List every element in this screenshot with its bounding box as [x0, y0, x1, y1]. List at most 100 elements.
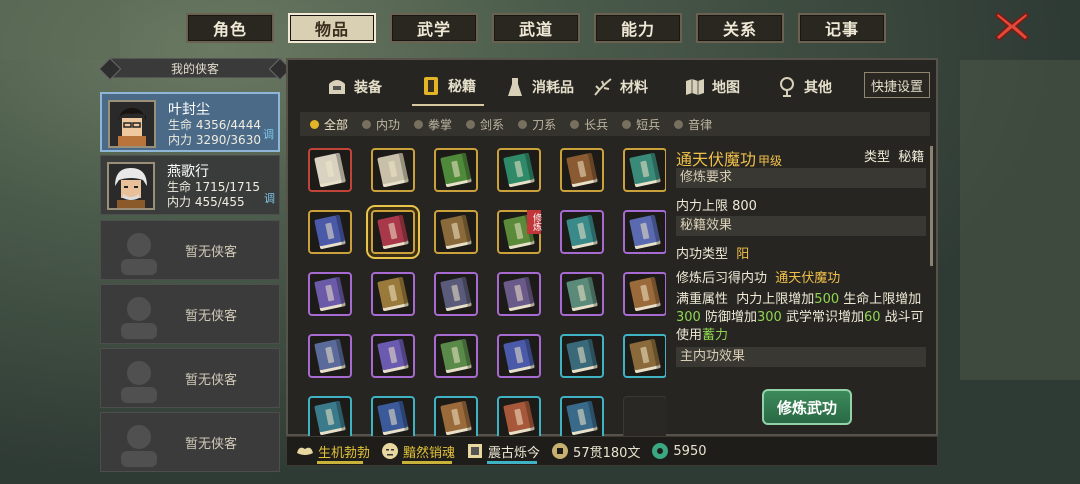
inventory-slot[interactable]: 修炼 [497, 210, 541, 254]
tab-abilities[interactable]: 能力 [594, 13, 682, 43]
tab-martial-arts[interactable]: 武学 [390, 13, 478, 43]
detail-scrollbar[interactable] [930, 146, 933, 266]
inventory-slot[interactable] [560, 396, 604, 436]
inventory-slot[interactable] [623, 396, 666, 436]
training-tag: 修炼 [527, 210, 541, 234]
empty-slot-4[interactable]: 暂无侠客 [100, 412, 280, 472]
inventory-slot[interactable] [308, 210, 352, 254]
category-equipment[interactable]: 装备 [326, 68, 382, 106]
filter-short[interactable]: 短兵 [622, 116, 660, 133]
category-manuals[interactable]: 秘籍 [412, 68, 484, 106]
adjust-button[interactable]: 调 [263, 126, 274, 142]
material-icon [594, 78, 612, 96]
status-vitality: 生机勃勃 [295, 441, 370, 464]
full-attributes: 满重属性 内力上限增加500 生命上限增加300 防御增加300 武学常识增加6… [676, 292, 924, 343]
inventory-slot[interactable] [371, 210, 415, 254]
potion-icon [508, 78, 522, 96]
inventory-slot[interactable] [560, 210, 604, 254]
manual-book-icon [566, 214, 598, 250]
filter-music[interactable]: 音律 [674, 116, 712, 133]
hero-card-1[interactable]: 叶封尘 生命 4356/4444 内力 3290/3630 调 [100, 92, 280, 152]
adjust-button[interactable]: 调 [264, 190, 275, 206]
inventory-slot[interactable] [434, 272, 478, 316]
hero-card-2[interactable]: 燕歌行 生命 1715/1715 内力 455/455 调 [100, 155, 280, 215]
category-misc[interactable]: 其他 [776, 68, 832, 106]
inventory-slot[interactable] [560, 272, 604, 316]
tab-martial-way[interactable]: 武道 [492, 13, 580, 43]
money: 57贯180文 [550, 441, 640, 461]
inventory-slot[interactable] [623, 210, 666, 254]
silhouette-icon [121, 425, 157, 467]
misc-icon [780, 77, 794, 97]
inventory-slot[interactable] [623, 272, 666, 316]
train-button[interactable]: 修炼武功 [762, 389, 852, 425]
filter-all[interactable]: 全部 [310, 116, 348, 133]
filter-blade[interactable]: 刀系 [518, 116, 556, 133]
empty-slot-label: 暂无侠客 [185, 309, 238, 324]
close-icon[interactable] [994, 10, 1030, 42]
item-title: 通天伏魔功 甲级 [676, 150, 783, 169]
empty-slot-1[interactable]: 暂无侠客 [100, 220, 280, 280]
inventory-slot[interactable] [434, 334, 478, 378]
manual-book-icon [314, 214, 346, 250]
strength-icon [297, 447, 313, 455]
hero-mp: 内力 3290/3630 [168, 133, 261, 147]
filter-inner[interactable]: 内功 [362, 116, 400, 133]
inner-type-line: 内功类型 阳 [676, 247, 750, 262]
requirement-line: 内力上限 800 [676, 199, 757, 214]
filter-fist[interactable]: 拳掌 [414, 116, 452, 133]
silhouette-icon [121, 297, 157, 339]
empty-slot-label: 暂无侠客 [185, 245, 238, 260]
inventory-slot[interactable] [371, 334, 415, 378]
vitality-bar [317, 461, 363, 464]
manual-book-icon [377, 214, 409, 250]
item-grid: 修炼 [306, 146, 666, 436]
inventory-slot[interactable] [434, 396, 478, 436]
main-effect-header: 主内功效果 [676, 347, 926, 367]
inventory-slot[interactable] [308, 272, 352, 316]
inventory-slot[interactable] [497, 272, 541, 316]
tab-items[interactable]: 物品 [288, 13, 376, 43]
gems: 5950 [650, 441, 707, 461]
inventory-slot[interactable] [308, 148, 352, 192]
manual-book-icon [314, 276, 346, 312]
silhouette-icon [121, 233, 157, 275]
inventory-slot[interactable] [308, 396, 352, 436]
empty-slot-2[interactable]: 暂无侠客 [100, 284, 280, 344]
category-maps[interactable]: 地图 [684, 68, 740, 106]
filter-sword[interactable]: 剑系 [466, 116, 504, 133]
manual-book-icon [566, 276, 598, 312]
inventory-slot[interactable] [371, 396, 415, 436]
category-consumables[interactable]: 消耗品 [504, 68, 574, 106]
inventory-slot[interactable] [434, 210, 478, 254]
item-type: 类型 秘籍 [864, 150, 925, 165]
manual-book-icon [440, 400, 472, 436]
category-materials[interactable]: 材料 [592, 68, 648, 106]
inventory-slot[interactable] [308, 334, 352, 378]
tab-journal[interactable]: 记事 [798, 13, 886, 43]
quick-settings-button[interactable]: 快捷设置 [864, 72, 930, 98]
inventory-slot[interactable] [497, 148, 541, 192]
game-screen: 角色 物品 武学 武道 能力 关系 记事 我的侠客 叶封尘 生命 4356/44… [0, 0, 1080, 484]
filter-polearm[interactable]: 长兵 [570, 116, 608, 133]
manual-book-icon [377, 400, 409, 436]
companions-header: 我的侠客 [110, 58, 280, 78]
manual-book-icon [629, 338, 661, 374]
inventory-slot[interactable] [560, 334, 604, 378]
inventory-slot[interactable] [560, 148, 604, 192]
inventory-slot[interactable] [623, 334, 666, 378]
inventory-slot[interactable] [497, 396, 541, 436]
inventory-slot[interactable] [434, 148, 478, 192]
manual-book-icon [440, 276, 472, 312]
inventory-slot[interactable] [371, 148, 415, 192]
empty-slot-3[interactable]: 暂无侠客 [100, 348, 280, 408]
inventory-slot[interactable] [497, 334, 541, 378]
manual-book-icon [629, 276, 661, 312]
inventory-slot[interactable] [623, 148, 666, 192]
inventory-slot[interactable] [371, 272, 415, 316]
background-scenery [960, 60, 1080, 380]
manual-book-icon [503, 338, 535, 374]
manual-book-icon [314, 400, 346, 436]
tab-relations[interactable]: 关系 [696, 13, 784, 43]
tab-character[interactable]: 角色 [186, 13, 274, 43]
